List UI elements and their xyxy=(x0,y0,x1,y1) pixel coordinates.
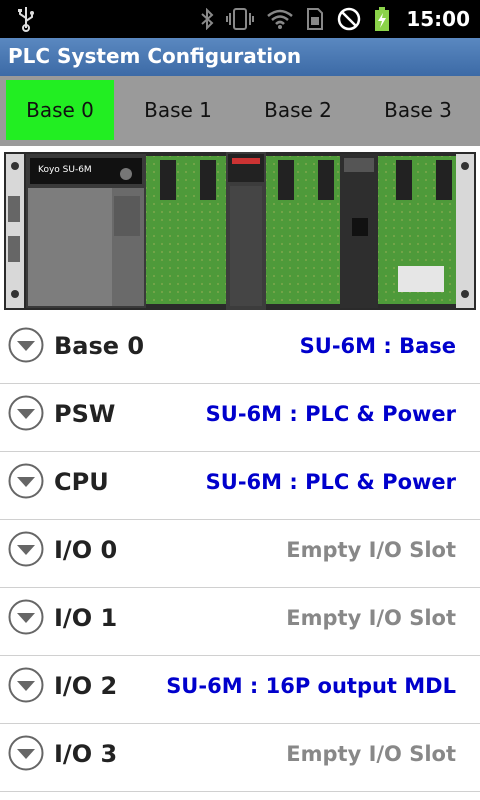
slot-row-io-3[interactable]: I/O 3 Empty I/O Slot xyxy=(0,724,480,792)
slot-value: SU-6M : 16P output MDL xyxy=(166,674,456,698)
app-title: PLC System Configuration xyxy=(8,44,302,68)
slot-label: Base 0 xyxy=(54,332,145,360)
clock: 15:00 xyxy=(406,7,470,31)
chevron-down-icon[interactable] xyxy=(8,599,44,635)
tab-label: Base 0 xyxy=(26,98,94,122)
tab-label: Base 3 xyxy=(384,98,452,122)
tab-base-2[interactable]: Base 2 xyxy=(244,80,352,140)
no-signal-icon xyxy=(336,6,362,32)
slot-value: Empty I/O Slot xyxy=(286,538,456,562)
tab-base-0[interactable]: Base 0 xyxy=(6,80,114,140)
chevron-down-icon[interactable] xyxy=(8,735,44,771)
slot-value: SU-6M : PLC & Power xyxy=(205,470,456,494)
tab-label: Base 1 xyxy=(144,98,212,122)
tab-label: Base 2 xyxy=(264,98,332,122)
slot-label: PSW xyxy=(54,400,116,428)
bluetooth-icon xyxy=(200,8,214,30)
slot-row-io-0[interactable]: I/O 0 Empty I/O Slot xyxy=(0,520,480,588)
slot-row-io-2[interactable]: I/O 2 SU-6M : 16P output MDL xyxy=(0,656,480,724)
sim-icon xyxy=(306,7,324,31)
slot-value: SU-6M : Base xyxy=(299,334,456,358)
slot-label: I/O 1 xyxy=(54,604,118,632)
status-bar: 15:00 xyxy=(0,0,480,38)
chevron-down-icon[interactable] xyxy=(8,395,44,431)
slot-label: I/O 3 xyxy=(54,740,118,768)
title-bar: PLC System Configuration xyxy=(0,38,480,77)
rack-brand-text: Koyo SU-6M xyxy=(38,165,92,175)
slot-label: I/O 0 xyxy=(54,536,118,564)
slot-row-io-1[interactable]: I/O 1 Empty I/O Slot xyxy=(0,588,480,656)
slot-value: Empty I/O Slot xyxy=(286,742,456,766)
slot-row-psw[interactable]: PSW SU-6M : PLC & Power xyxy=(0,384,480,452)
chevron-down-icon[interactable] xyxy=(8,327,44,363)
chevron-down-icon[interactable] xyxy=(8,667,44,703)
slot-row-cpu[interactable]: CPU SU-6M : PLC & Power xyxy=(0,452,480,520)
plc-rack-image: Koyo SU-6M xyxy=(0,146,480,316)
slot-label: I/O 2 xyxy=(54,672,118,700)
tab-base-1[interactable]: Base 1 xyxy=(124,80,232,140)
slot-label: CPU xyxy=(54,468,109,496)
slot-value: SU-6M : PLC & Power xyxy=(205,402,456,426)
battery-charging-icon xyxy=(374,6,390,32)
vibrate-icon xyxy=(226,7,255,31)
base-tabs: Base 0 Base 1 Base 2 Base 3 xyxy=(0,76,480,146)
chevron-down-icon[interactable] xyxy=(8,531,44,567)
usb-icon xyxy=(16,6,36,36)
chevron-down-icon[interactable] xyxy=(8,463,44,499)
slot-value: Empty I/O Slot xyxy=(286,606,456,630)
slot-row-base-0[interactable]: Base 0 SU-6M : Base xyxy=(0,316,480,384)
wifi-icon xyxy=(266,8,294,30)
tab-base-3[interactable]: Base 3 xyxy=(364,80,472,140)
